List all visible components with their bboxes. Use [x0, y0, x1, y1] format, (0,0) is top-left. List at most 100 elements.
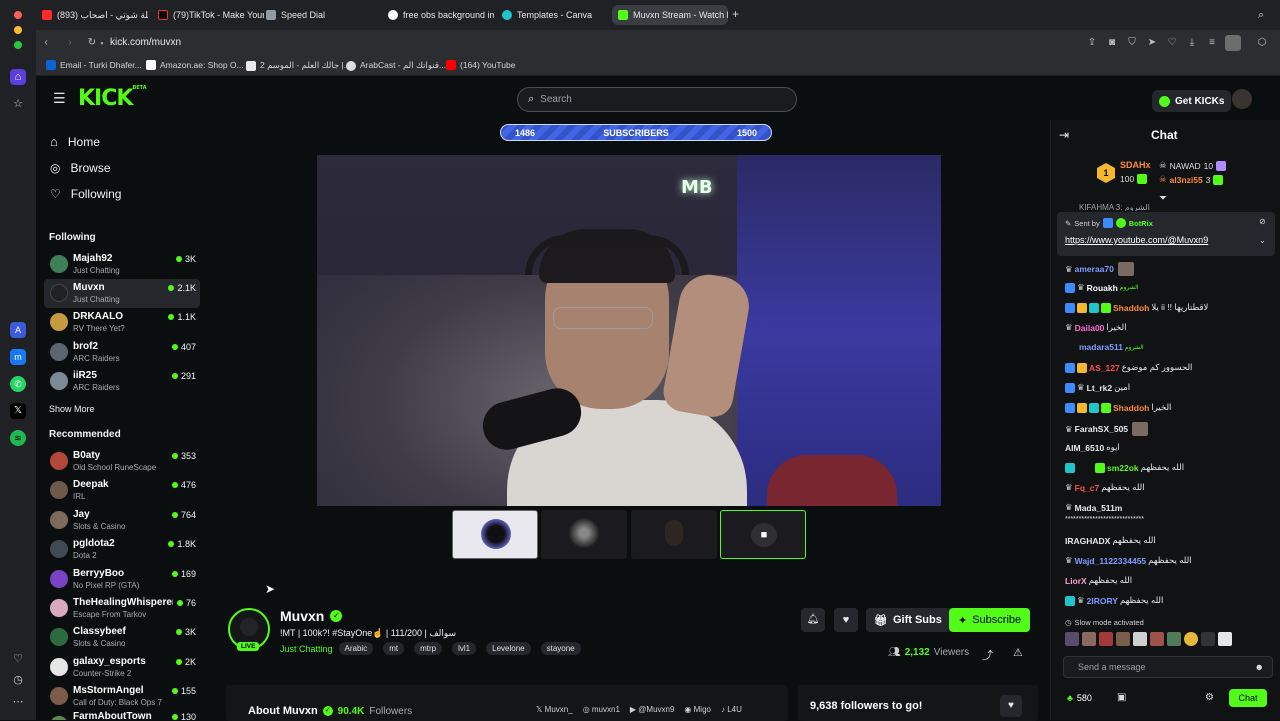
- chat-username[interactable]: IRAGHADX: [1065, 536, 1110, 546]
- emote-icon[interactable]: [1116, 632, 1130, 646]
- chat-username[interactable]: madara511: [1079, 342, 1123, 352]
- kicks-balance[interactable]: ♣ 580: [1067, 693, 1092, 703]
- collapse-chat-icon[interactable]: ⇥: [1059, 128, 1069, 142]
- emote-icon[interactable]: [1099, 632, 1113, 646]
- emote-icon[interactable]: [1201, 632, 1215, 646]
- unpin-icon[interactable]: ⊘: [1259, 217, 1266, 226]
- top-gifter-name[interactable]: SDAHx: [1120, 160, 1151, 170]
- profile-icon[interactable]: [1225, 35, 1241, 51]
- minimize-window-button[interactable]: [14, 26, 22, 34]
- notification-bell-button[interactable]: 🔔︎: [801, 608, 825, 632]
- sidebar-channel-jay[interactable]: Jay Slots & Casino 764: [44, 506, 200, 535]
- tag-pill[interactable]: Levelone: [486, 642, 531, 655]
- bookmark-youtube[interactable]: (164) YouTube: [446, 60, 515, 70]
- emote-icon[interactable]: [1150, 632, 1164, 646]
- heart-icon[interactable]: ♡: [1166, 37, 1178, 49]
- bookmark-amazon[interactable]: Amazon.ae: Shop O...: [146, 60, 244, 70]
- tab-tiktok[interactable]: (79)TikTok - Make Your: [152, 5, 264, 25]
- maximize-window-button[interactable]: [14, 41, 22, 49]
- aria-icon[interactable]: A: [10, 322, 26, 338]
- channel-name[interactable]: Muvxn: [280, 608, 324, 624]
- sidebar-channel-farmabouttown[interactable]: FarmAboutTown 130: [44, 711, 200, 720]
- sidebar-channel-berryyboo[interactable]: BerryyBoo No Pixel RP (GTA) 169: [44, 565, 200, 594]
- gift-subs-button[interactable]: 🎁︎ Gift Subs: [866, 608, 950, 632]
- share-icon[interactable]: ⇪: [1086, 37, 1098, 49]
- tab-speed-dial[interactable]: Speed Dial: [260, 5, 350, 25]
- discord-link[interactable]: ◉ Migo: [684, 705, 711, 714]
- subscribe-button[interactable]: ✦ Subscribe: [949, 608, 1031, 632]
- follow-goal-heart-button[interactable]: ♥: [1000, 695, 1022, 717]
- sidebar-channel-pgldota2[interactable]: pgldota2 Dota 2 1.8K: [44, 535, 200, 564]
- sidebar-channel-thehealingwhisperer[interactable]: TheHealingWhisperer Escape From Tarkov 7…: [44, 594, 200, 623]
- chat-username[interactable]: Daila00: [1075, 323, 1105, 333]
- kick-logo[interactable]: KICKBETA: [78, 85, 147, 111]
- sidebar-channel-majah92[interactable]: Majah92 Just Chatting 3K: [44, 250, 200, 279]
- tab-google[interactable]: free obs background ima: [382, 5, 494, 25]
- chat-username[interactable]: LiorX: [1065, 576, 1087, 586]
- more-icon[interactable]: ⋯: [10, 694, 26, 710]
- sidebar-channel-classybeef[interactable]: Classybeef Slots & Casino 3K: [44, 623, 200, 652]
- emote-icon[interactable]: [1082, 632, 1096, 646]
- chat-username[interactable]: sm22ok: [1107, 463, 1139, 473]
- sidebar-channel-brof2[interactable]: brof2 ARC Raiders 407: [44, 338, 200, 367]
- emote-icon[interactable]: [1167, 632, 1181, 646]
- filter-icon[interactable]: ⏷: [1159, 193, 1167, 204]
- tag-pill[interactable]: lvl1: [452, 642, 477, 655]
- tag-pill[interactable]: Arabic: [338, 642, 374, 655]
- get-kicks-button[interactable]: Get KICKs: [1152, 90, 1232, 112]
- chat-tools-icon[interactable]: ▣: [1117, 692, 1126, 703]
- video-player[interactable]: MB: [317, 155, 941, 506]
- user-avatar[interactable]: [1232, 89, 1252, 109]
- bookmark-arabcast[interactable]: ArabCast - قنواتك الم...: [346, 60, 446, 71]
- whatsapp-icon[interactable]: ✆: [10, 376, 26, 392]
- tiktok-link[interactable]: ♪ L4U: [721, 705, 742, 714]
- chat-username[interactable]: Shaddoh: [1113, 403, 1149, 413]
- camera-icon[interactable]: ◙: [1106, 37, 1118, 49]
- camera-thumbnail-2[interactable]: [541, 510, 627, 559]
- chat-username[interactable]: AIM_6510: [1065, 443, 1104, 453]
- messenger-icon[interactable]: m: [10, 349, 26, 365]
- tab-youtube[interactable]: (893) شيلة شوتي - اصحاب: [36, 5, 148, 25]
- back-icon[interactable]: ‹: [40, 37, 52, 49]
- expand-icon[interactable]: ⌄: [1259, 236, 1266, 245]
- hamburger-menu-icon[interactable]: ☰: [53, 90, 66, 107]
- sidebar-channel-msstormangel[interactable]: MsStormAngel Call of Duty: Black Ops 7 1…: [44, 682, 200, 711]
- heart-icon[interactable]: ♡: [10, 651, 26, 667]
- chat-username[interactable]: Rouakh: [1087, 283, 1118, 293]
- chat-username[interactable]: 2IRORY: [1087, 596, 1118, 606]
- search-input[interactable]: ⌕ Search: [517, 87, 797, 112]
- sidebar-channel-galaxy-esports[interactable]: galaxy_esports Counter-Strike 2 2K: [44, 653, 200, 682]
- chat-username[interactable]: Wajd_1122334455: [1075, 556, 1147, 566]
- report-icon[interactable]: ⚠: [1013, 646, 1023, 659]
- category-link[interactable]: Just Chatting: [280, 644, 333, 654]
- x-social-link[interactable]: 𝕏 Muvxn_: [536, 705, 573, 714]
- camera-thumbnail-4[interactable]: ■: [720, 510, 806, 559]
- tab-search-icon[interactable]: ⌕: [1258, 9, 1264, 22]
- bookmark-arabic-show[interactable]: جالك العلم - الموسم 2 |...: [246, 60, 351, 71]
- sidebar-channel-b0aty[interactable]: B0aty Old School RuneScape 353: [44, 447, 200, 476]
- close-window-button[interactable]: [14, 11, 22, 19]
- sidebar-channel-muvxn[interactable]: Muvxn Just Chatting 2.1K: [44, 279, 200, 308]
- tab-canva[interactable]: Templates - Canva: [496, 5, 608, 25]
- url-field[interactable]: kick.com/muvxn: [110, 37, 181, 48]
- menu-icon[interactable]: ≡: [1206, 37, 1218, 49]
- chat-username[interactable]: FarahSX_505: [1075, 424, 1128, 434]
- chat-message-input[interactable]: Send a message ☻: [1063, 656, 1273, 678]
- sidebar-channel-drkaalo[interactable]: DRKAALO RV There Yet? 1.1K: [44, 308, 200, 337]
- chat-username[interactable]: AS_127: [1089, 363, 1120, 373]
- star-icon[interactable]: ☆: [10, 96, 26, 112]
- youtube-link[interactable]: ▶ @Muvxn9: [630, 705, 675, 714]
- camera-thumbnail-3[interactable]: [631, 510, 717, 559]
- send-icon[interactable]: ➤: [1146, 37, 1158, 49]
- spotify-icon[interactable]: ≋: [10, 430, 26, 446]
- chat-settings-gear-icon[interactable]: ⚙: [1205, 692, 1214, 703]
- history-icon[interactable]: ◷: [10, 672, 26, 688]
- download-icon[interactable]: ⤓: [1186, 37, 1198, 49]
- send-chat-button[interactable]: Chat: [1229, 689, 1267, 707]
- follow-button[interactable]: ♥: [834, 608, 858, 632]
- new-tab-button[interactable]: +: [732, 8, 739, 20]
- forward-icon[interactable]: ›: [64, 37, 76, 49]
- tag-pill[interactable]: mtrp: [414, 642, 443, 655]
- emote-icon[interactable]: [1133, 632, 1147, 646]
- sidebar-channel-iir25[interactable]: iiR25 ARC Raiders 291: [44, 367, 200, 396]
